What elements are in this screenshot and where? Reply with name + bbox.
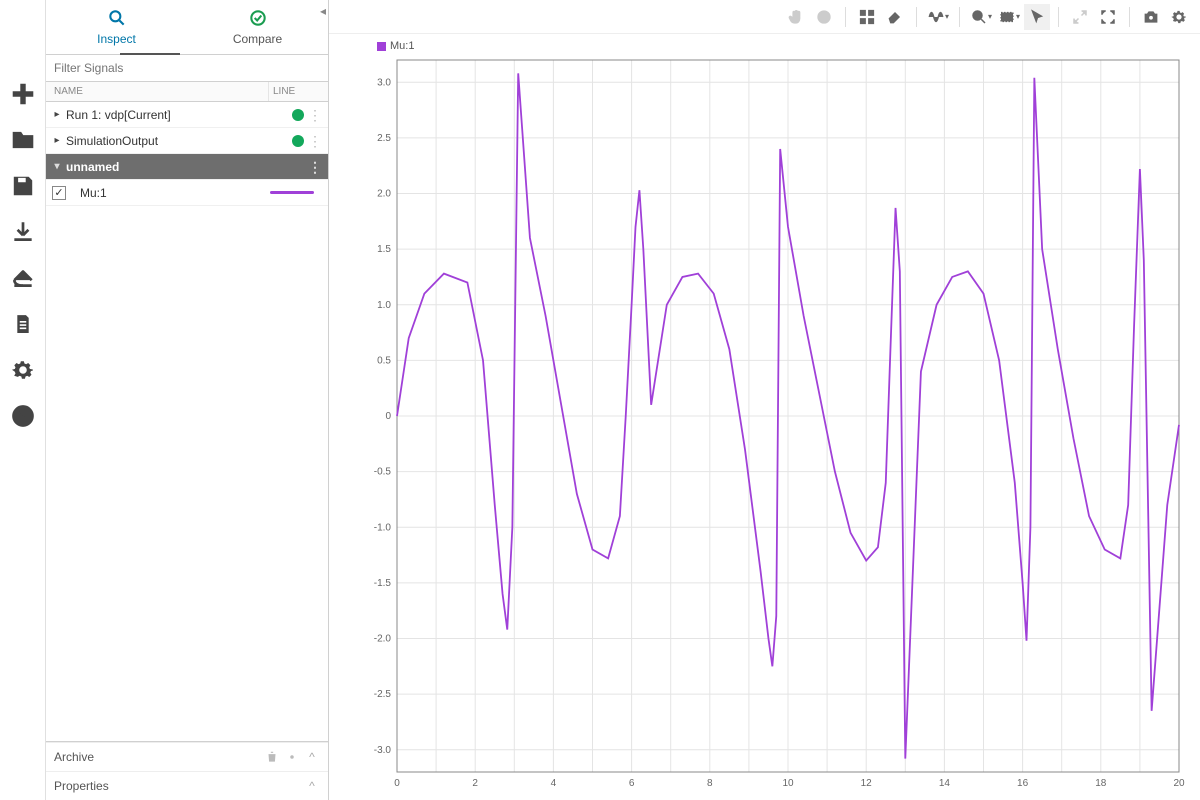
chart-legend: Mu:1 [377, 40, 414, 52]
svg-text:0.5: 0.5 [377, 355, 391, 366]
report-icon[interactable] [9, 310, 37, 338]
svg-text:0: 0 [385, 411, 391, 422]
filter-signals-input[interactable] [46, 55, 328, 81]
svg-text:18: 18 [1095, 778, 1107, 789]
svg-text:20: 20 [1173, 778, 1185, 789]
tab-compare-label: Compare [233, 32, 282, 46]
svg-text:1.0: 1.0 [377, 300, 391, 311]
panel-bottom: Archive ^ Properties ^ [46, 741, 328, 800]
signal-row[interactable]: ✓ Mu:1 [46, 180, 328, 206]
svg-text:14: 14 [939, 778, 951, 789]
gear-icon[interactable] [9, 356, 37, 384]
svg-text:2: 2 [472, 778, 478, 789]
svg-text:-3.0: -3.0 [374, 745, 392, 756]
plot-toolbar: ▾ ▾ ▾ [329, 0, 1200, 34]
signal-type-icon[interactable]: ▾ [925, 4, 951, 30]
signal-tree: ▸ Run 1: vdp[Current] ⋮ ▸ SimulationOutp… [46, 102, 328, 741]
svg-text:1.5: 1.5 [377, 244, 391, 255]
line-style-swatch[interactable] [270, 191, 314, 194]
snapshot-icon[interactable] [1138, 4, 1164, 30]
run-row[interactable]: ▸ Run 1: vdp[Current] ⋮ [46, 102, 328, 128]
more-icon[interactable]: ⋮ [308, 110, 322, 120]
collapse-icon[interactable]: ▾ [52, 161, 62, 172]
svg-text:0: 0 [394, 778, 400, 789]
plot-area: ▾ ▾ ▾ Mu:1 -3.0 -2.5 -2.0 -1.5 -1.0 -0.5 0 0.5 1… [329, 0, 1200, 800]
run-row[interactable]: ▸ SimulationOutput ⋮ [46, 128, 328, 154]
column-headers: NAME LINE [46, 82, 328, 102]
cursor-icon[interactable] [1024, 4, 1050, 30]
signal-panel: Inspect Compare ◂ NAME LINE ▸ Run 1: vdp… [46, 0, 329, 800]
line-chart[interactable]: -3.0 -2.5 -2.0 -1.5 -1.0 -0.5 0 0.5 1.0 1.5 2.0 2.5… [349, 54, 1189, 794]
col-name[interactable]: NAME [46, 82, 268, 101]
clear-icon[interactable] [882, 4, 908, 30]
chevron-up-icon[interactable]: ^ [304, 778, 320, 794]
filter-row [46, 55, 328, 82]
tab-compare[interactable]: Compare [187, 0, 328, 54]
svg-text:-1.5: -1.5 [374, 578, 392, 589]
chevron-up-icon[interactable]: ^ [304, 749, 320, 765]
save-icon[interactable] [9, 172, 37, 200]
fit-icon[interactable]: ▾ [996, 4, 1022, 30]
tab-inspect-label: Inspect [97, 32, 136, 46]
settings-icon[interactable] [1166, 4, 1192, 30]
signal-checkbox[interactable]: ✓ [52, 186, 66, 200]
trash-icon[interactable] [264, 749, 280, 765]
svg-text:3.0: 3.0 [377, 77, 391, 88]
svg-text:-2.0: -2.0 [374, 634, 392, 645]
svg-text:12: 12 [861, 778, 873, 789]
status-dot [292, 109, 304, 121]
svg-text:8: 8 [707, 778, 713, 789]
panel-tabs: Inspect Compare ◂ [46, 0, 328, 55]
col-line[interactable]: LINE [268, 82, 328, 101]
archive-section[interactable]: Archive ^ [46, 742, 328, 771]
more-icon[interactable]: ⋮ [308, 162, 322, 172]
expand-arrows-icon[interactable] [1067, 4, 1093, 30]
help-icon[interactable] [9, 402, 37, 430]
expand-icon[interactable]: ▸ [52, 109, 62, 120]
expand-icon[interactable]: ▸ [52, 135, 62, 146]
svg-text:2.5: 2.5 [377, 133, 391, 144]
properties-section[interactable]: Properties ^ [46, 771, 328, 800]
pan-hand-icon[interactable] [783, 4, 809, 30]
svg-text:-1.0: -1.0 [374, 522, 392, 533]
svg-text:10: 10 [782, 778, 794, 789]
svg-text:-2.5: -2.5 [374, 689, 392, 700]
group-row-selected[interactable]: ▾ unnamed ⋮ [46, 154, 328, 180]
more-icon[interactable]: ⋮ [308, 136, 322, 146]
tab-inspect[interactable]: Inspect [46, 0, 187, 54]
folder-icon[interactable] [9, 126, 37, 154]
subplots-icon[interactable] [854, 4, 880, 30]
replay-icon[interactable] [811, 4, 837, 30]
collapse-panel-icon[interactable]: ◂ [320, 4, 326, 18]
import-icon[interactable] [9, 218, 37, 246]
legend-swatch [377, 42, 386, 51]
fullscreen-icon[interactable] [1095, 4, 1121, 30]
gear-small-icon[interactable] [284, 749, 300, 765]
zoom-icon[interactable]: ▾ [968, 4, 994, 30]
left-icon-rail [0, 0, 46, 800]
svg-text:2.0: 2.0 [377, 189, 391, 200]
status-dot [292, 135, 304, 147]
svg-text:-0.5: -0.5 [374, 467, 392, 478]
svg-text:16: 16 [1017, 778, 1029, 789]
svg-text:4: 4 [551, 778, 557, 789]
export-icon[interactable] [9, 264, 37, 292]
svg-text:6: 6 [629, 778, 635, 789]
add-icon[interactable] [9, 80, 37, 108]
